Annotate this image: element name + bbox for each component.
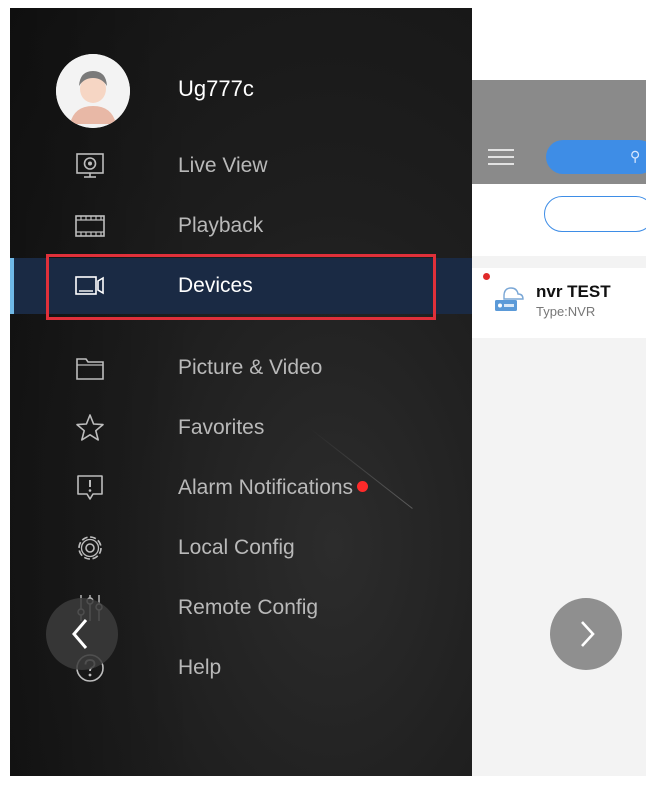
menu-label-remote-config: Remote Config <box>178 596 319 619</box>
menu-item-playback[interactable]: Playback <box>10 198 472 254</box>
filter-bar <box>472 184 646 256</box>
gear-icon <box>74 532 106 564</box>
playback-icon <box>74 210 106 242</box>
avatar[interactable] <box>56 54 130 128</box>
alarm-icon <box>74 472 106 504</box>
side-drawer: Ug777c Live View Playback Devices Pictur… <box>10 8 472 776</box>
menu-label-live-view: Live View <box>178 154 268 177</box>
username: Ug777c <box>178 76 254 101</box>
menu-item-picture-video[interactable]: Picture & Video <box>10 340 472 396</box>
live-view-icon <box>74 150 106 182</box>
back-button[interactable] <box>46 598 118 670</box>
device-name: nvr TEST <box>536 282 611 301</box>
chevron-left-icon <box>72 619 88 649</box>
menu-item-alarm-notifications[interactable]: Alarm Notifications <box>10 460 472 516</box>
filter-input[interactable] <box>544 196 646 232</box>
nvr-device-icon <box>495 287 524 311</box>
menu-label-favorites: Favorites <box>178 416 265 439</box>
search-bar[interactable]: ⚲ <box>546 140 646 174</box>
menu-label-help: Help <box>178 656 222 679</box>
star-icon <box>74 412 106 444</box>
alarm-label-text: Alarm Notifications <box>178 476 354 499</box>
folder-icon <box>74 352 106 384</box>
next-button[interactable] <box>550 598 622 670</box>
device-row[interactable]: nvr TEST Type:NVR <box>472 268 646 338</box>
menu-item-live-view[interactable]: Live View <box>10 138 472 194</box>
active-indicator <box>10 258 14 314</box>
menu-item-local-config[interactable]: Local Config <box>10 520 472 576</box>
menu-label-local-config: Local Config <box>178 536 295 559</box>
notification-badge <box>357 480 369 492</box>
menu-label-picture-video: Picture & Video <box>178 356 323 379</box>
menu-item-favorites[interactable]: Favorites <box>10 400 472 456</box>
search-icon: ⚲ <box>630 148 641 164</box>
hamburger-icon[interactable] <box>488 148 514 166</box>
device-type: Type:NVR <box>536 304 596 319</box>
device-status-dot <box>483 273 490 280</box>
panel-header: ⚲ <box>472 80 646 184</box>
highlight-box <box>46 254 436 320</box>
menu-label-playback: Playback <box>178 214 264 237</box>
device-list-panel: ⚲ nvr TEST Type:NVR <box>472 80 646 776</box>
chevron-right-icon <box>581 621 595 647</box>
menu-label-alarm-notifications: Alarm Notifications <box>178 476 369 500</box>
